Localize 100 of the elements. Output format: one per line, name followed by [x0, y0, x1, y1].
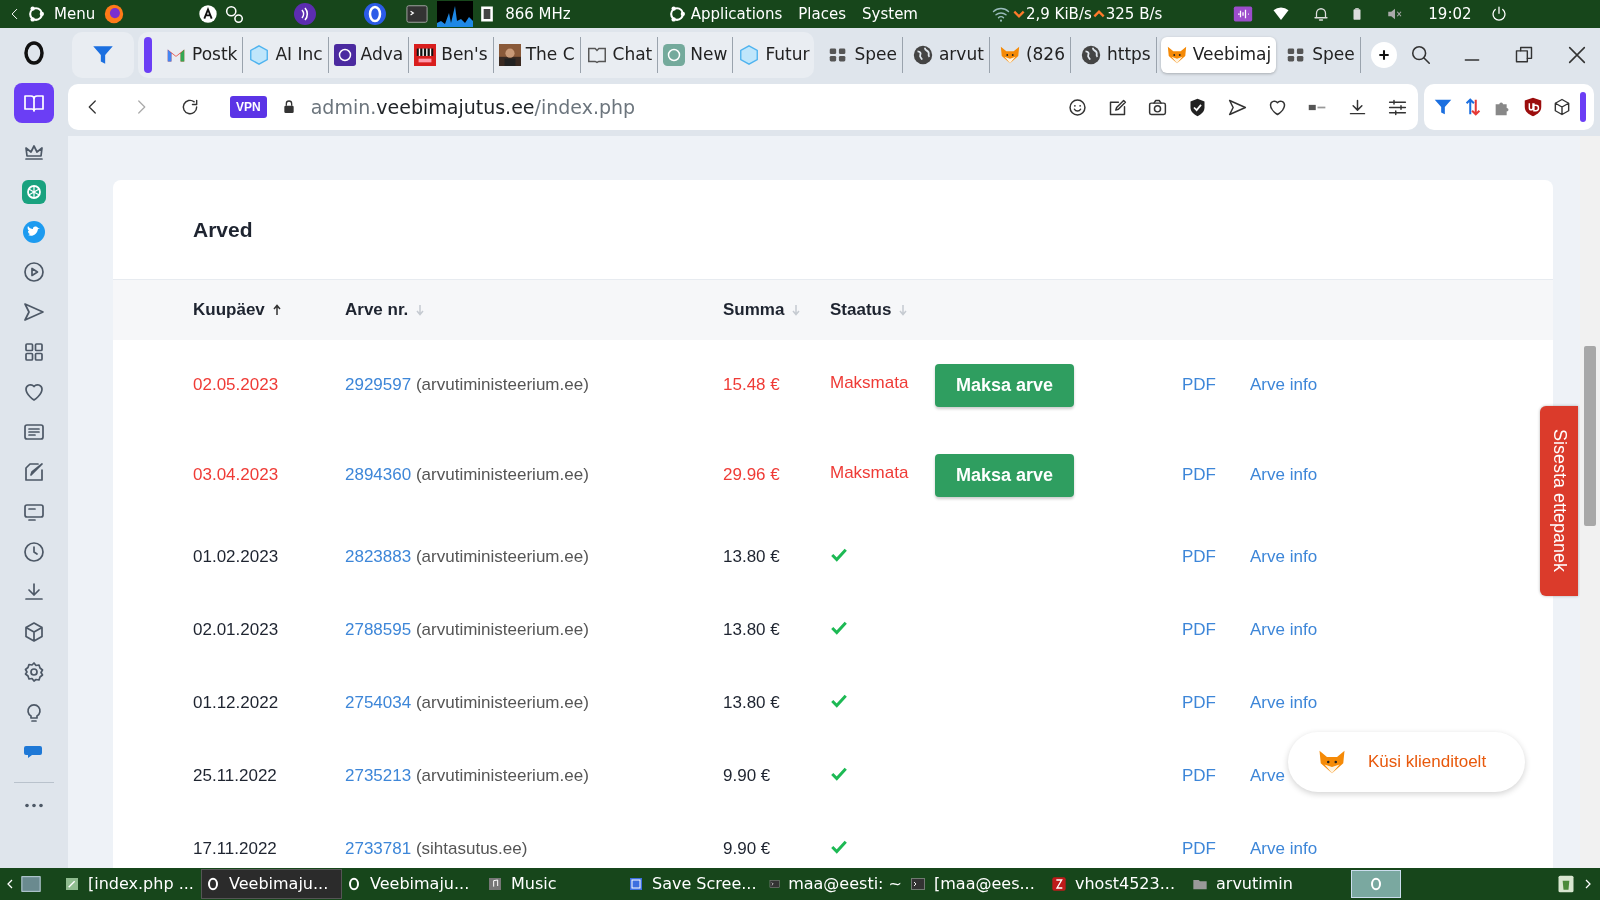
settings-icon — [22, 659, 46, 684]
browser-tab[interactable]: Spee — [1280, 37, 1361, 73]
clock-icon — [22, 539, 46, 564]
sound-wave-icon[interactable] — [1232, 4, 1255, 24]
invoice-info-link[interactable]: Arve info — [1250, 546, 1318, 566]
client-domain: (arvutiministeerium.ee) — [415, 375, 589, 395]
bell-icon[interactable] — [1312, 5, 1331, 23]
invoice-number-link[interactable]: 2823883 — [345, 546, 412, 566]
knot-icon — [22, 179, 46, 204]
invoice-number-link[interactable]: 2788595 — [345, 619, 412, 639]
url-field[interactable]: admin.veebimajutus.ee/index.php — [310, 92, 636, 122]
pdf-link[interactable]: PDF — [1182, 838, 1216, 858]
clock-time: 19:02 — [1428, 3, 1472, 25]
invoice-number-link[interactable]: 2929597 — [345, 375, 412, 395]
column-header[interactable]: Arve nr. — [345, 297, 409, 323]
letter-a-icon[interactable] — [197, 3, 220, 25]
menu-button[interactable]: Menu — [54, 2, 96, 26]
power-icon[interactable] — [1489, 5, 1508, 23]
date-cell: 03.04.2023 — [193, 465, 279, 485]
invoice-info-link[interactable]: Arve info — [1250, 465, 1318, 485]
scrollbar-thumb[interactable] — [1584, 346, 1596, 526]
ubuntu-logo-icon[interactable] — [26, 4, 46, 24]
pdf-link[interactable]: PDF — [1182, 765, 1216, 785]
browser-tab[interactable]: Adva — [328, 37, 410, 73]
pdf-link[interactable]: PDF — [1182, 375, 1216, 395]
amount-cell: 29.96 € — [723, 465, 780, 485]
vpn-badge[interactable]: VPN — [230, 96, 267, 118]
close-icon[interactable] — [1566, 44, 1588, 66]
workspace-switcher[interactable] — [1351, 870, 1401, 898]
fox-icon — [1165, 44, 1188, 66]
fox-icon — [998, 44, 1021, 66]
restore-icon[interactable] — [1514, 45, 1534, 65]
browser-tab[interactable]: arvut — [906, 37, 990, 73]
trash-icon[interactable] — [1556, 873, 1576, 895]
terminal-icon[interactable] — [405, 3, 430, 25]
plus-icon — [1376, 48, 1391, 62]
pdf-link[interactable]: PDF — [1182, 465, 1216, 485]
opera-icon — [346, 876, 362, 892]
browser-tab[interactable]: https — [1074, 37, 1157, 73]
support-chat-button[interactable]: Küsi klienditoelt — [1288, 732, 1525, 792]
feedback-tab[interactable]: Sisesta ettepanek — [1540, 406, 1578, 596]
knot-icon — [663, 44, 686, 66]
desktop-icon[interactable] — [20, 873, 42, 895]
panel-menu[interactable]: System — [862, 2, 918, 26]
browser-tab[interactable]: New — [658, 37, 734, 73]
client-domain: (arvutiministeerium.ee) — [415, 546, 589, 566]
sidebar-button[interactable] — [14, 83, 54, 123]
client-domain: (arvutiministeerium.ee) — [415, 765, 589, 785]
more-icon — [24, 803, 44, 808]
browser-tab[interactable]: The C — [493, 37, 581, 73]
browser-tab[interactable]: Veebimaj — [1160, 37, 1277, 73]
opera-logo-icon[interactable] — [22, 40, 46, 66]
invoice-info-link[interactable]: Arve info — [1250, 375, 1318, 395]
invoice-number-link[interactable]: 2894360 — [345, 465, 412, 485]
invoice-info-link[interactable]: Arve info — [1250, 619, 1318, 639]
invoice-info-link[interactable]: Arve info — [1250, 692, 1318, 712]
panel-menu[interactable]: Applications — [690, 2, 783, 26]
new-tab-button[interactable] — [1370, 42, 1397, 68]
podcast-icon[interactable] — [293, 2, 318, 26]
card-title: Arved — [193, 216, 253, 243]
browser-tab[interactable]: (826 — [993, 37, 1071, 73]
browser-tab[interactable]: Spee — [822, 37, 903, 73]
invoice-number-link[interactable]: 2754034 — [345, 692, 412, 712]
amount-cell: 9.90 € — [723, 838, 771, 858]
sidebar-toggle[interactable] — [1580, 92, 1586, 122]
search-icon[interactable] — [1410, 44, 1432, 66]
column-header[interactable]: Summa — [723, 297, 785, 323]
opera-icon[interactable] — [363, 2, 388, 26]
reload-icon[interactable] — [180, 97, 200, 117]
hexagon-icon — [248, 44, 271, 66]
invoice-info-link[interactable]: Arve — [1250, 765, 1285, 785]
pdf-link[interactable]: PDF — [1182, 619, 1216, 639]
firefox-icon[interactable] — [103, 3, 126, 25]
knot-icon — [333, 44, 356, 66]
browser-tab[interactable]: Ben's — [409, 37, 494, 73]
panel-menu[interactable]: Places — [798, 2, 847, 26]
pinned-tab[interactable] — [72, 32, 134, 78]
pdf-link[interactable]: PDF — [1182, 692, 1216, 712]
cpu-frequency: 866 MHz — [505, 3, 571, 25]
taskbar-button[interactable]: Veebimaju... — [201, 869, 342, 899]
browser-tab[interactable]: Futur — [733, 37, 815, 73]
date-cell: 02.01.2023 — [193, 619, 279, 639]
column-header[interactable]: Staatus — [830, 297, 892, 323]
scrollbar[interactable] — [1580, 136, 1600, 868]
invoice-number-link[interactable]: 2733781 — [345, 838, 412, 858]
gears-icon[interactable] — [223, 3, 246, 25]
date-cell: 01.02.2023 — [193, 546, 279, 566]
invoice-number-link[interactable]: 2735213 — [345, 765, 412, 785]
smiley-icon[interactable] — [1067, 96, 1088, 118]
column-header[interactable]: Kuupäev — [193, 297, 265, 323]
cube-icon[interactable] — [1552, 97, 1572, 117]
upload-speed: 325 B/s — [1105, 3, 1163, 25]
browser-tab[interactable]: Postk — [160, 37, 244, 73]
browser-tab[interactable]: Chat — [580, 37, 659, 73]
ublock-icon[interactable] — [1522, 96, 1544, 118]
grille-icon — [414, 44, 437, 66]
status-text: Maksmata — [830, 463, 909, 483]
invoice-info-link[interactable]: Arve info — [1250, 838, 1318, 858]
pdf-link[interactable]: PDF — [1182, 546, 1216, 566]
browser-tab[interactable]: AI Inc — [243, 37, 329, 73]
